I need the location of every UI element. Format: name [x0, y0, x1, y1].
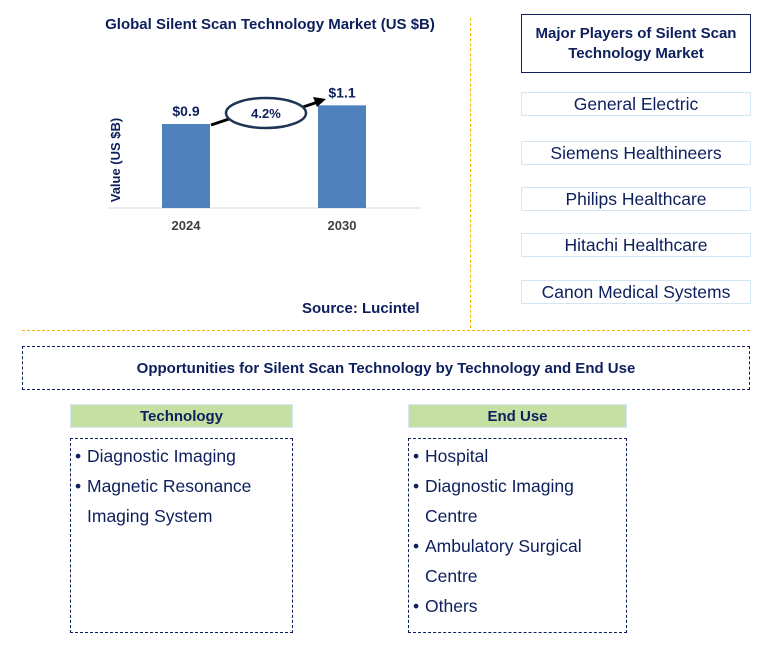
list-item: • Others [413, 591, 622, 621]
bullet-icon: • [75, 476, 82, 496]
segment-box-end-use: • Hospital • Diagnostic Imaging Centre • Am… [408, 438, 627, 633]
x-tick-label-2024: 2024 [172, 218, 202, 233]
end-use-list: • Hospital • Diagnostic Imaging Centre • Am… [413, 441, 622, 621]
vertical-divider [470, 18, 471, 328]
cagr-annotation: 4.2% [210, 96, 326, 130]
y-axis-label: Value (US $B) [108, 118, 123, 203]
bullet-icon: • [413, 536, 420, 556]
data-label-2024: $0.9 [172, 103, 199, 119]
technology-list: • Diagnostic Imaging • Magnetic Resonance … [75, 441, 288, 531]
bullet-icon: • [75, 446, 82, 466]
player-item: General Electric [521, 92, 751, 116]
player-item: Siemens Healthineers [521, 141, 751, 165]
players-title: Major Players of Silent Scan Technology … [521, 14, 751, 73]
list-item: • Ambulatory Surgical Centre [413, 531, 622, 591]
bullet-icon: • [413, 476, 420, 496]
list-item: • Hospital [413, 441, 622, 471]
bullet-icon: • [413, 596, 420, 616]
bullet-icon: • [413, 446, 420, 466]
segment-header-end-use: End Use [408, 404, 627, 428]
player-item: Canon Medical Systems [521, 280, 751, 304]
list-item: • Diagnostic Imaging Centre [413, 471, 622, 531]
segment-box-technology: • Diagnostic Imaging • Magnetic Resonance … [70, 438, 293, 633]
data-label-2030: $1.1 [328, 84, 355, 100]
bar-2030 [318, 105, 366, 208]
list-item: • Diagnostic Imaging [75, 441, 288, 471]
source-label: Source: Lucintel [302, 300, 420, 317]
x-tick-label-2030: 2030 [328, 218, 357, 233]
cagr-label: 4.2% [251, 106, 281, 121]
opportunities-title: Opportunities for Silent Scan Technology… [22, 346, 750, 390]
player-item: Philips Healthcare [521, 187, 751, 211]
bar-chart: Value (US $B) $0.9 2024 $1.1 2030 4.2% [108, 84, 421, 233]
list-item: • Magnetic Resonance Imaging System [75, 471, 288, 531]
bar-2024 [162, 124, 210, 208]
segment-header-technology: Technology [70, 404, 293, 428]
player-item: Hitachi Healthcare [521, 233, 751, 257]
horizontal-divider [22, 330, 750, 331]
